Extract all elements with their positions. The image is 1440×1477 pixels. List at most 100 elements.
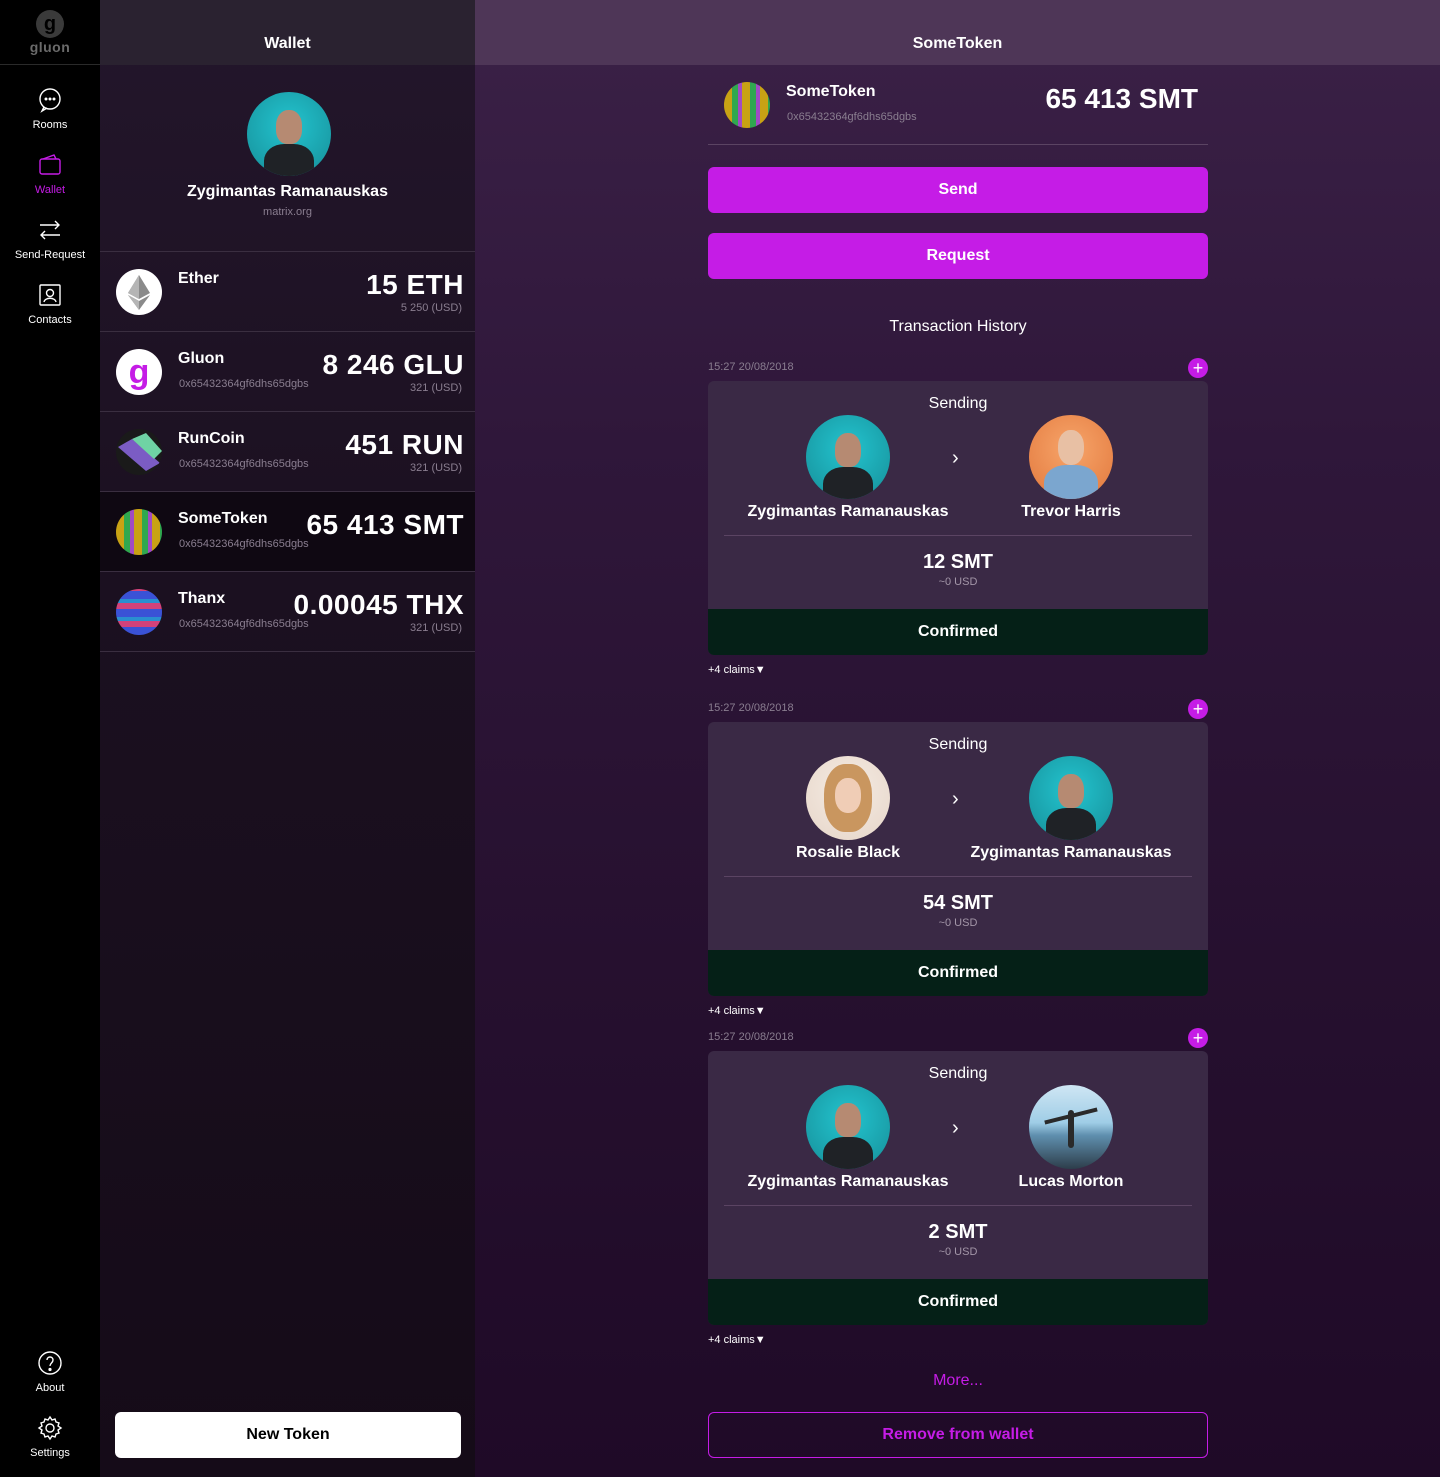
token-address: 0x65432364gf6dhs65dgbs — [787, 111, 917, 123]
sender-name: Rosalie Black — [795, 844, 901, 861]
transaction-status: Sending — [928, 1065, 988, 1082]
transaction-status: Sending — [928, 395, 988, 412]
token-row-sometoken[interactable]: SomeToken 0x65432364gf6dhs65dgbs 65 413 … — [100, 492, 475, 572]
transaction-amount: 54 SMT — [922, 892, 994, 914]
transaction-card: Sending › Zygimantas Ramanauskas Lucas M… — [708, 1051, 1208, 1325]
sender-name: Zygimantas Ramanauskas — [747, 1173, 949, 1190]
chevron-right-icon: › — [952, 788, 959, 810]
token-amount: 65 413 SMT — [306, 509, 464, 540]
token-usd: 321 (USD) — [410, 462, 462, 474]
nav-label: Contacts — [28, 314, 72, 326]
nav-item-about[interactable]: About — [0, 1350, 100, 1410]
token-amount: 8 246 GLU — [322, 349, 464, 380]
token-balance: 65 413 SMT — [1045, 83, 1198, 114]
nav-label: Wallet — [34, 184, 66, 196]
sometoken-icon — [116, 509, 162, 555]
wallet-header: Wallet — [100, 0, 475, 65]
new-token-button[interactable]: New Token — [115, 1412, 461, 1458]
token-row-ether[interactable]: Ether 15 ETH 5 250 (USD) — [100, 252, 475, 332]
gear-icon — [37, 1415, 63, 1441]
contacts-icon — [39, 284, 61, 306]
transaction-card: Sending › Zygimantas Ramanauskas Trevor … — [708, 381, 1208, 655]
confirmed-status-bar: Confirmed — [708, 950, 1208, 996]
sender-avatar[interactable] — [806, 1085, 890, 1169]
transaction-amount: 2 SMT — [928, 1221, 988, 1243]
recipient-avatar[interactable] — [1029, 756, 1113, 840]
add-claim-button[interactable]: + — [1188, 1028, 1208, 1048]
request-button[interactable]: Request — [708, 233, 1208, 279]
remove-from-wallet-button[interactable]: Remove from wallet — [708, 1412, 1208, 1458]
confirmed-status-bar: Confirmed — [708, 1279, 1208, 1325]
plus-icon: + — [1192, 1028, 1204, 1048]
token-name: SomeToken — [178, 510, 268, 527]
confirmed-status-bar: Confirmed — [708, 609, 1208, 655]
recipient-avatar[interactable] — [1029, 415, 1113, 499]
user-profile: Zygimantas Ramanauskas matrix.org — [100, 65, 475, 252]
recipient-avatar[interactable] — [1029, 1085, 1113, 1169]
avatar[interactable] — [247, 92, 331, 176]
nav-item-wallet[interactable]: Wallet — [0, 152, 100, 212]
claims-toggle[interactable]: +4 claims▼ — [708, 1005, 766, 1017]
nav-label: Send-Request — [14, 249, 86, 261]
chevron-right-icon: › — [952, 1117, 959, 1139]
chat-bubble-icon — [39, 88, 61, 113]
send-button[interactable]: Send — [708, 167, 1208, 213]
detail-title: SomeToken — [912, 35, 1003, 52]
token-detail-panel: SomeToken SomeToken 0x65432364gf6dhs65dg… — [475, 0, 1440, 1477]
more-link[interactable]: More... — [708, 1372, 1208, 1390]
divider — [724, 876, 1192, 877]
nav-item-rooms[interactable]: Rooms — [0, 87, 100, 147]
token-amount: 15 ETH — [366, 269, 464, 300]
transaction-date: 15:27 20/08/2018 — [708, 1031, 794, 1043]
nav-item-settings[interactable]: Settings — [0, 1415, 100, 1475]
token-usd: 321 (USD) — [410, 622, 462, 634]
wallet-icon — [39, 154, 61, 175]
token-address: 0x65432364gf6dhs65dgbs — [179, 458, 309, 470]
claims-toggle[interactable]: +4 claims▼ — [708, 1334, 766, 1346]
transaction-usd: ~0 USD — [938, 1246, 978, 1258]
plus-icon: + — [1192, 699, 1204, 719]
recipient-name: Trevor Harris — [1021, 503, 1121, 520]
token-name: SomeToken — [786, 83, 876, 100]
token-address: 0x65432364gf6dhs65dgbs — [179, 618, 309, 630]
add-claim-button[interactable]: + — [1188, 699, 1208, 719]
transaction-history-title: Transaction History — [889, 318, 1027, 335]
token-name: RunCoin — [178, 430, 245, 447]
thanx-icon — [116, 589, 162, 635]
wallet-title: Wallet — [264, 35, 311, 52]
token-row-thanx[interactable]: Thanx 0x65432364gf6dhs65dgbs 0.00045 THX… — [100, 572, 475, 652]
transaction-date: 15:27 20/08/2018 — [708, 702, 794, 714]
sometoken-icon — [724, 82, 770, 128]
token-usd: 321 (USD) — [410, 382, 462, 394]
sender-avatar[interactable] — [806, 756, 890, 840]
divider — [724, 1205, 1192, 1206]
token-address: 0x65432364gf6dhs65dgbs — [179, 378, 309, 390]
sender-avatar[interactable] — [806, 415, 890, 499]
swap-arrows-icon — [40, 220, 60, 240]
token-row-runcoin[interactable]: RunCoin 0x65432364gf6dhs65dgbs 451 RUN 3… — [100, 412, 475, 492]
token-name: Thanx — [178, 590, 226, 607]
token-usd: 5 250 (USD) — [400, 302, 462, 314]
token-amount: 451 RUN — [345, 429, 464, 460]
transaction-status: Sending — [928, 736, 988, 753]
token-row-gluon[interactable]: g Gluon 0x65432364gf6dhs65dgbs 8 246 GLU… — [100, 332, 475, 412]
nav-item-contacts[interactable]: Contacts — [0, 282, 100, 342]
token-name: Gluon — [178, 350, 225, 367]
logo-mark: g — [36, 9, 64, 38]
sender-name: Zygimantas Ramanauskas — [747, 503, 949, 520]
token-summary: SomeToken 0x65432364gf6dhs65dgbs 65 413 … — [708, 65, 1208, 145]
recipient-name: Lucas Morton — [1018, 1173, 1124, 1190]
transaction-usd: ~0 USD — [938, 576, 978, 588]
nav-label: Settings — [30, 1447, 70, 1459]
plus-icon: + — [1192, 358, 1204, 378]
add-claim-button[interactable]: + — [1188, 358, 1208, 378]
recipient-name: Zygimantas Ramanauskas — [970, 844, 1172, 861]
logo-wordmark: gluon — [29, 38, 71, 55]
nav-item-send-request[interactable]: Send-Request — [0, 217, 100, 277]
app-logo[interactable]: g gluon — [0, 0, 100, 65]
claims-toggle[interactable]: +4 claims▼ — [708, 664, 766, 676]
runcoin-icon — [116, 429, 162, 475]
transaction-amount: 12 SMT — [922, 551, 994, 573]
ethereum-icon — [116, 269, 162, 315]
nav-rail: g gluon Rooms Wallet Send-Request Contac… — [0, 0, 100, 1477]
